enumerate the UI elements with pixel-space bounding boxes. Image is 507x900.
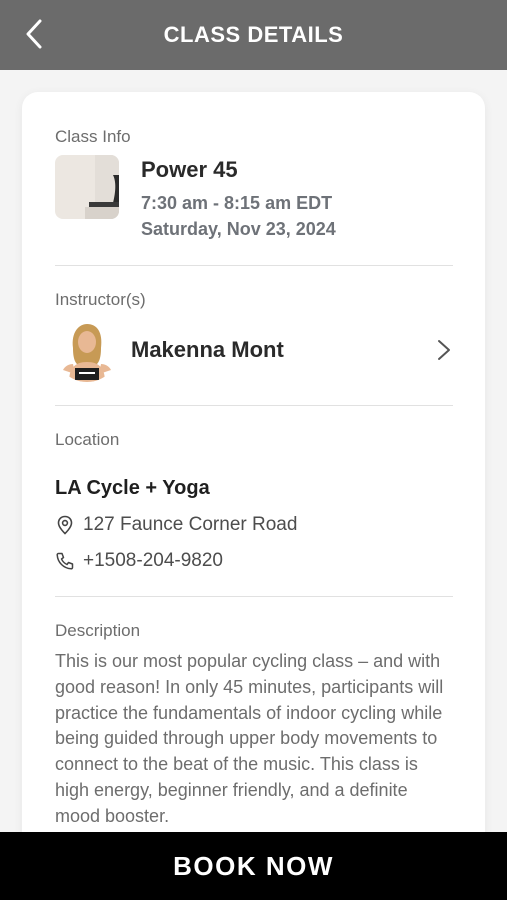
avatar	[55, 318, 119, 382]
instructor-name: Makenna Mont	[131, 337, 284, 362]
class-time: 7:30 am - 8:15 am EDT	[141, 193, 333, 213]
location-name: LA Cycle + Yoga	[55, 477, 210, 499]
divider	[55, 596, 453, 597]
map-pin-icon	[55, 515, 75, 535]
address-text: 127 Faunce Corner Road	[83, 514, 298, 535]
chevron-left-icon	[26, 19, 42, 49]
location-phone[interactable]: +1508-204-9820	[55, 548, 223, 574]
description-text: This is our most popular cycling class –…	[55, 651, 444, 826]
description-label: Description	[55, 621, 141, 640]
phone-icon	[55, 551, 75, 571]
class-name: Power 45	[141, 157, 238, 182]
class-info-label: Class Info	[55, 127, 131, 146]
class-thumbnail	[55, 155, 119, 219]
divider	[55, 265, 453, 266]
instructor-label: Instructor(s)	[55, 290, 146, 309]
class-date: Saturday, Nov 23, 2024	[141, 219, 336, 239]
location-label: Location	[55, 430, 120, 449]
class-details-card: Class Info Power 45 7:30 am - 8:15 am ED…	[22, 92, 485, 852]
book-now-button[interactable]: BOOK NOW	[0, 832, 507, 900]
divider	[55, 405, 453, 406]
chevron-right-icon	[438, 340, 450, 360]
instructor-row[interactable]: Makenna Mont	[55, 318, 455, 384]
phone-text: +1508-204-9820	[83, 550, 223, 571]
back-button[interactable]	[14, 14, 54, 54]
page-title: CLASS DETAILS	[163, 22, 344, 47]
top-bar: CLASS DETAILS	[0, 0, 507, 70]
location-address[interactable]: 127 Faunce Corner Road	[55, 512, 297, 538]
